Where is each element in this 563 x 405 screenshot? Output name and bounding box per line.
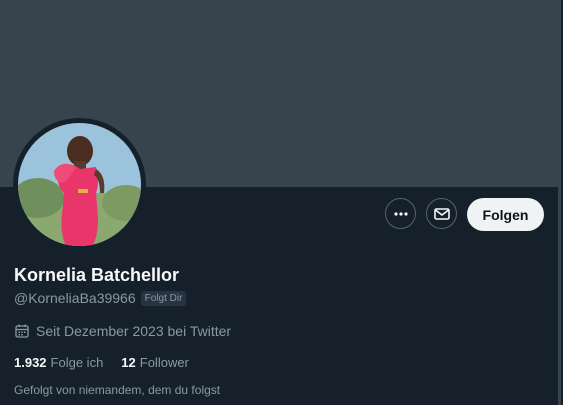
follow-button[interactable]: Folgen	[467, 198, 544, 231]
avatar-photo	[18, 123, 141, 246]
follows-you-badge: Folgt Dir	[140, 290, 187, 306]
mail-icon	[433, 207, 450, 220]
joined-date: Seit Dezember 2023 bei Twitter	[36, 323, 232, 339]
following-label: Folge ich	[50, 355, 104, 370]
calendar-icon	[15, 324, 29, 338]
followers-label: Follower	[139, 355, 189, 370]
more-horizontal-icon	[393, 211, 408, 216]
following-count: 1.932	[14, 355, 47, 370]
followed-by-text: Gefolgt von niemandem, dem du folgst	[14, 383, 221, 397]
following-link[interactable]: 1.932 Folge ich	[14, 355, 103, 370]
display-name: Kornelia Batchellor	[14, 265, 180, 285]
avatar[interactable]	[18, 123, 141, 246]
joined-date-row: Seit Dezember 2023 bei Twitter	[14, 323, 231, 339]
user-handle: @KorneliaBa39966	[14, 290, 136, 306]
follow-stats: 1.932 Folge ich 12 Follower	[14, 355, 207, 370]
more-button[interactable]	[385, 198, 416, 229]
scrollbar-thumb[interactable]	[558, 0, 561, 405]
followers-count: 12	[121, 355, 136, 370]
handle-row: @KorneliaBa39966 Folgt Dir	[14, 290, 187, 306]
followers-link[interactable]: 12 Follower	[121, 355, 189, 370]
message-button[interactable]	[426, 198, 457, 229]
